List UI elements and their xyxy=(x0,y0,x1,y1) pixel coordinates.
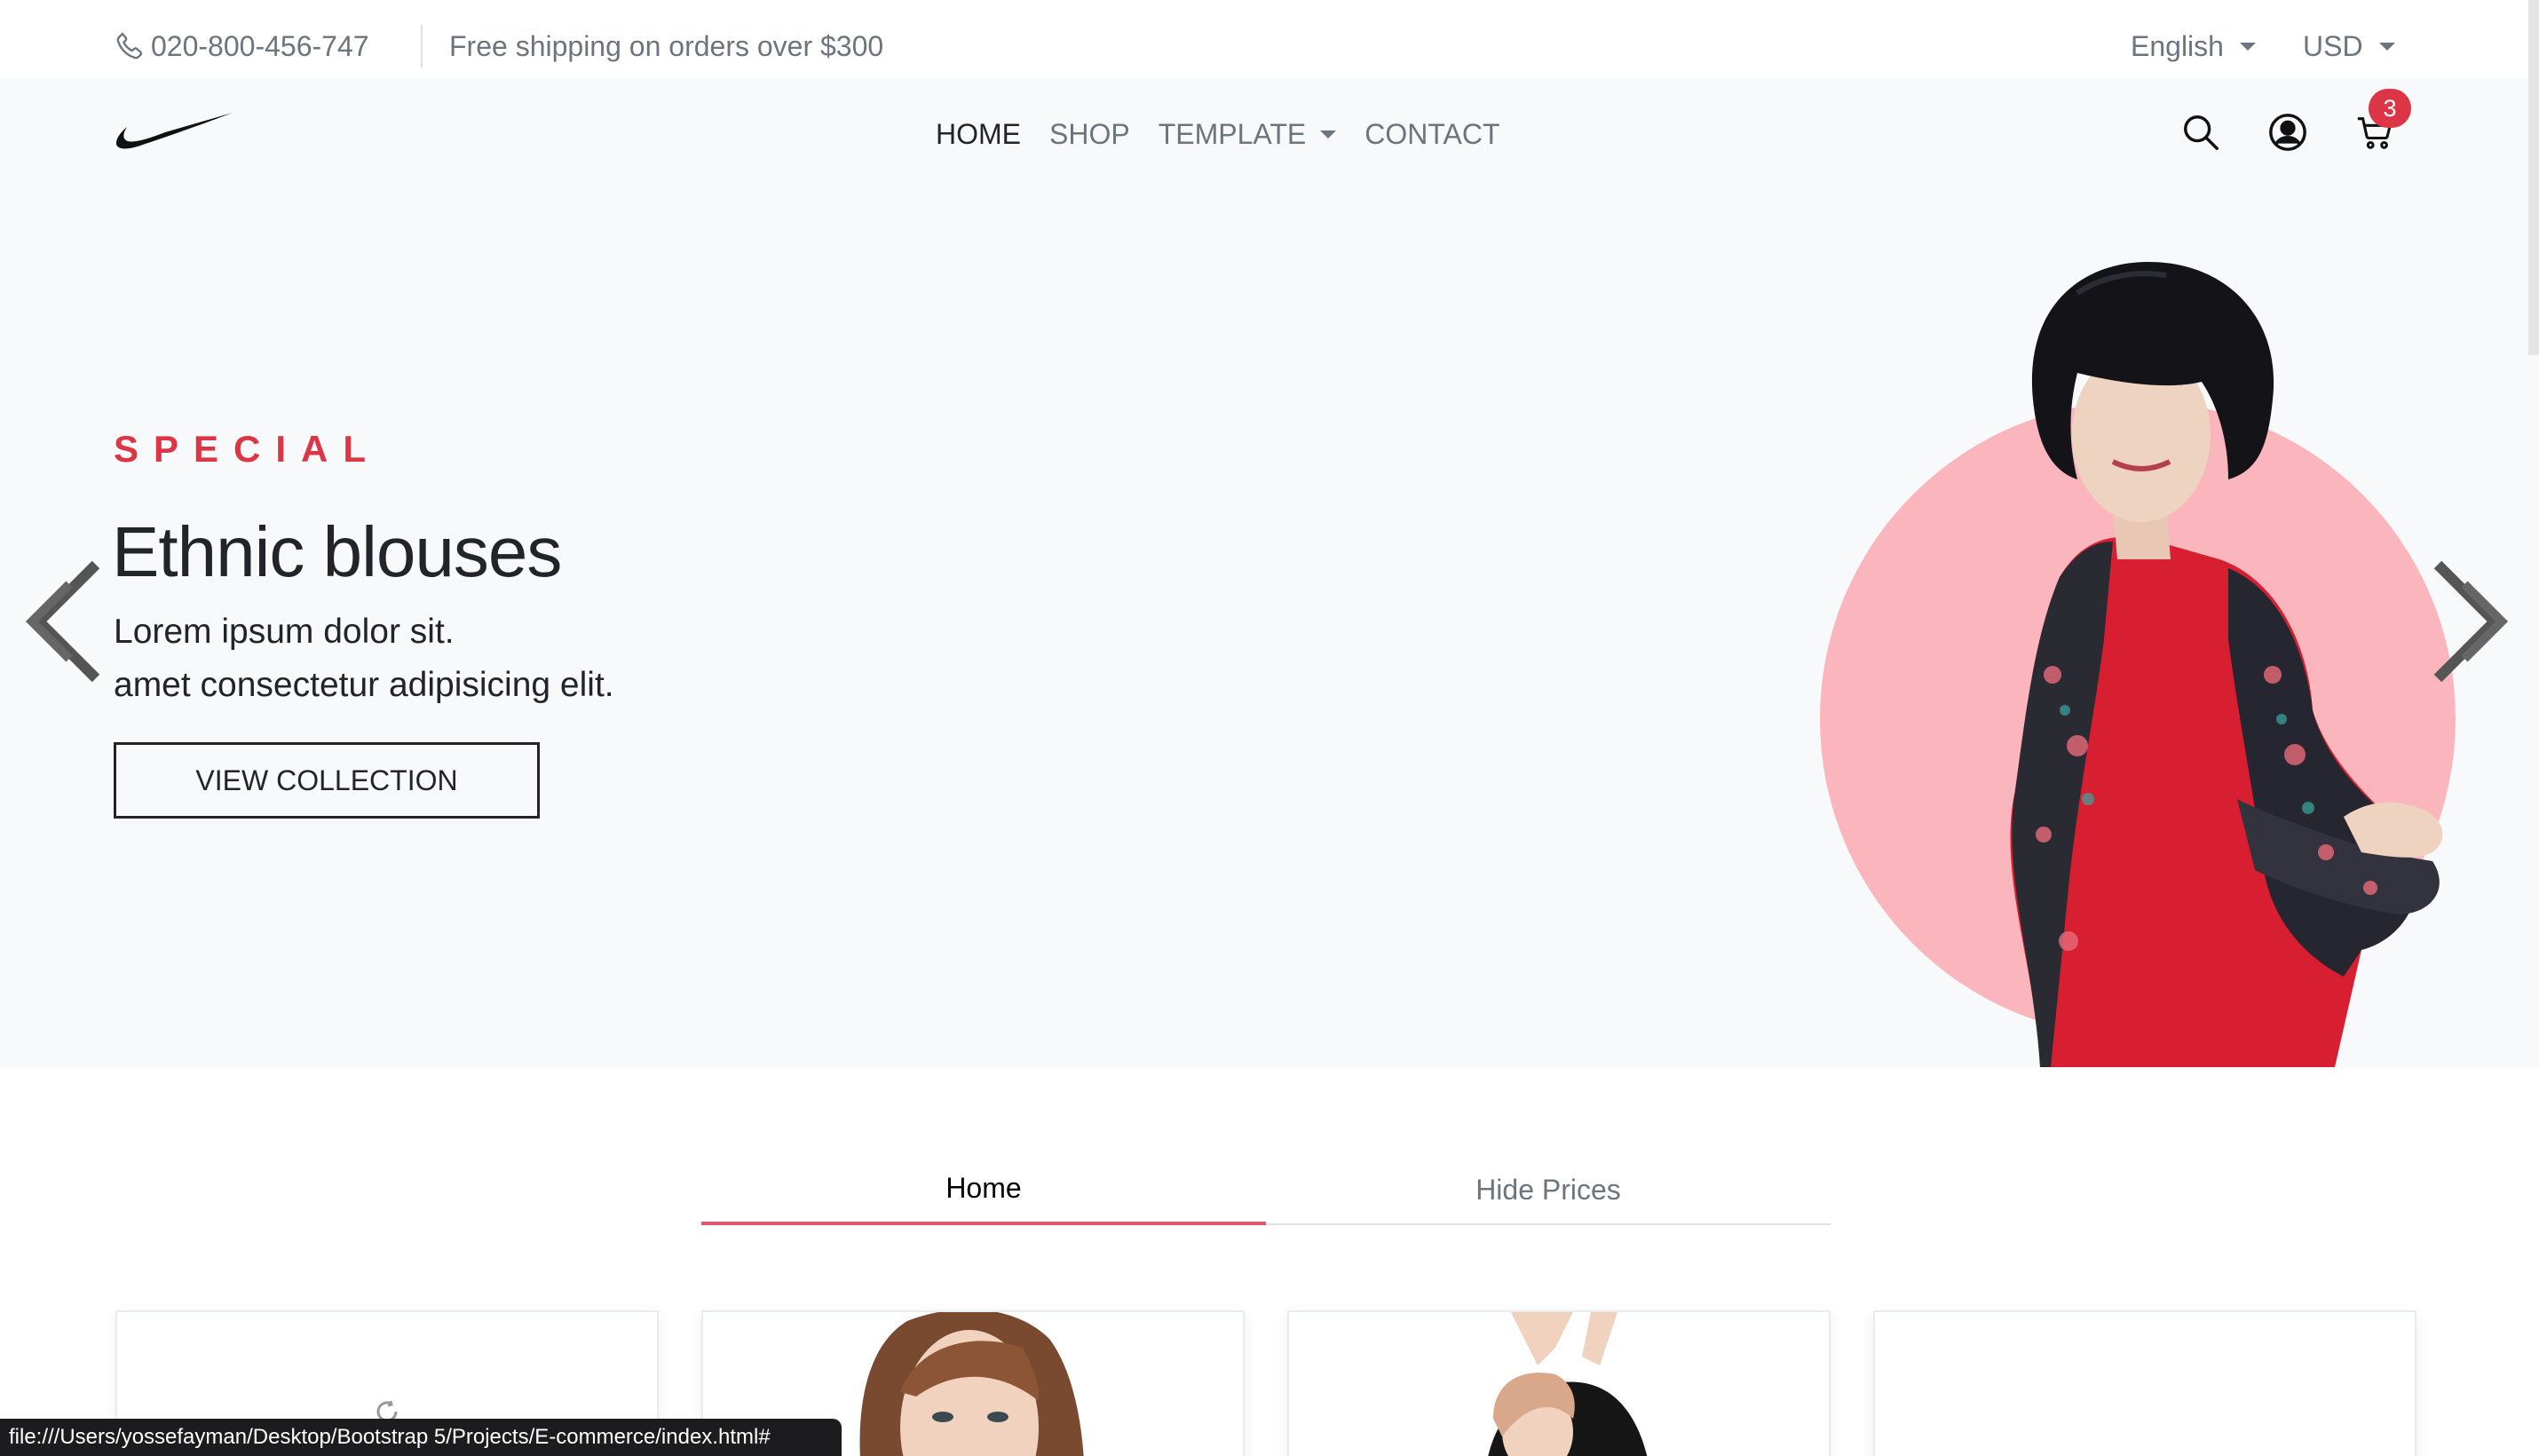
product-tabs: Home Hide Prices xyxy=(701,1154,1831,1225)
cart-count-badge: 3 xyxy=(2369,89,2411,128)
product-image xyxy=(1488,1312,1648,1456)
caret-down-icon xyxy=(2239,42,2256,51)
page-scrollbar[interactable] xyxy=(2528,0,2539,355)
shipping-note: Free shipping on orders over $300 xyxy=(449,30,884,62)
main-navbar: HOME SHOP TEMPLATE CONTACT xyxy=(0,78,2539,178)
nav-shop-label: SHOP xyxy=(1049,117,1130,150)
carousel-next-arrow-icon[interactable] xyxy=(2429,559,2527,684)
browser-status-url: file:///Users/yossefayman/Desktop/Bootst… xyxy=(0,1419,842,1456)
hero-subtitle-line-1: Lorem ipsum dolor sit. xyxy=(114,613,455,651)
primary-nav: HOME SHOP TEMPLATE CONTACT xyxy=(936,110,1500,158)
nav-home-label: HOME xyxy=(936,117,1021,150)
nav-home[interactable]: HOME xyxy=(936,118,1021,151)
language-label: English xyxy=(2131,29,2224,62)
swoosh-logo-icon xyxy=(115,113,233,149)
currency-label: USD xyxy=(2303,29,2363,62)
tab-home[interactable]: Home xyxy=(701,1154,1266,1225)
product-card[interactable] xyxy=(1873,1310,2416,1456)
user-icon[interactable] xyxy=(2267,112,2308,153)
caret-down-icon xyxy=(2378,42,2395,51)
hero-model-image xyxy=(1811,178,2468,1067)
nav-shop[interactable]: SHOP xyxy=(1049,118,1130,151)
product-card[interactable] xyxy=(1287,1310,1831,1456)
tab-hide-prices[interactable]: Hide Prices xyxy=(1266,1154,1831,1225)
phone-icon xyxy=(114,30,146,62)
brand-logo[interactable] xyxy=(114,110,234,156)
language-dropdown[interactable]: English xyxy=(2131,28,2256,64)
search-icon[interactable] xyxy=(2180,112,2221,153)
nav-contact[interactable]: CONTACT xyxy=(1364,118,1499,151)
top-bar: 020-800-456-747 Free shipping on orders … xyxy=(0,0,2539,78)
phone-number: 020-800-456-747 xyxy=(151,29,369,62)
hero-carousel: SPECIAL Ethnic blouses Lorem ipsum dolor… xyxy=(0,178,2539,1067)
phone-contact: 020-800-456-747 xyxy=(114,28,369,64)
hero-title: Ethnic blouses xyxy=(112,512,562,591)
nav-template-dropdown[interactable]: TEMPLATE xyxy=(1159,118,1337,151)
nav-template-label: TEMPLATE xyxy=(1158,117,1307,150)
carousel-prev-arrow-icon[interactable] xyxy=(7,559,105,684)
currency-dropdown[interactable]: USD xyxy=(2303,28,2395,64)
hero-eyebrow: SPECIAL xyxy=(114,428,382,470)
view-collection-button[interactable]: VIEW COLLECTION xyxy=(114,742,540,819)
caret-down-icon xyxy=(1320,130,1337,138)
nav-contact-label: CONTACT xyxy=(1364,117,1500,150)
hero-subtitle-line-2: amet consectetur adipisicing elit. xyxy=(114,666,614,704)
topbar-divider xyxy=(421,25,423,67)
